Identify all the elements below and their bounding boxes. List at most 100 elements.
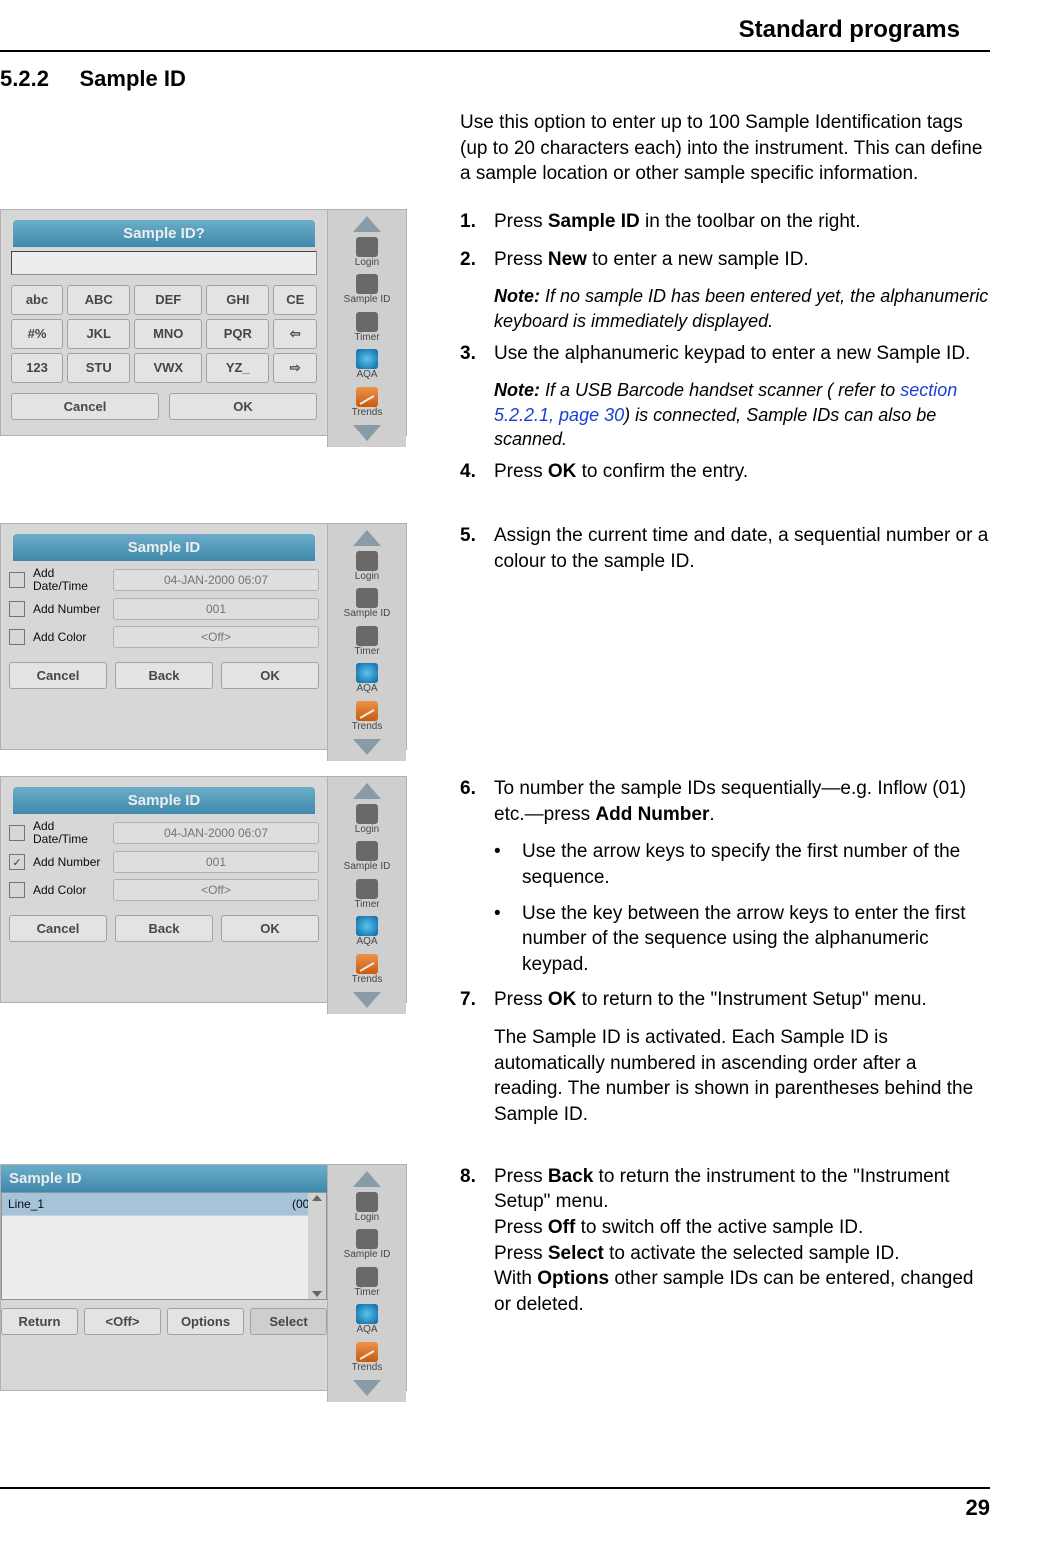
off-button[interactable]: <Off> bbox=[84, 1308, 161, 1335]
toolbar-login[interactable]: Login bbox=[355, 1192, 379, 1224]
checkbox-color[interactable] bbox=[9, 882, 25, 898]
ok-button[interactable]: OK bbox=[169, 393, 317, 420]
cancel-button[interactable]: Cancel bbox=[9, 915, 107, 942]
toolbar-timer[interactable]: Timer bbox=[354, 1267, 379, 1299]
scroll-up-icon[interactable] bbox=[353, 1171, 381, 1187]
scroll-down-icon[interactable] bbox=[353, 992, 381, 1008]
scroll-down-icon[interactable] bbox=[353, 1380, 381, 1396]
login-icon bbox=[356, 551, 378, 571]
toolbar-aqa[interactable]: AQA bbox=[356, 349, 378, 381]
sample-id-icon bbox=[356, 1229, 378, 1249]
step-text: Press OK to confirm the entry. bbox=[494, 459, 990, 485]
toolbar-timer[interactable]: Timer bbox=[354, 312, 379, 344]
toolbar-login[interactable]: Login bbox=[355, 237, 379, 269]
sample-id-input[interactable] bbox=[11, 251, 317, 275]
toolbar-timer[interactable]: Timer bbox=[354, 879, 379, 911]
trends-icon bbox=[356, 954, 378, 974]
toolbar-login[interactable]: Login bbox=[355, 551, 379, 583]
key-VWX[interactable]: VWX bbox=[134, 353, 202, 383]
step-number: 1. bbox=[460, 209, 494, 235]
toolbar-sample-id[interactable]: Sample ID bbox=[344, 588, 391, 620]
scroll-up-icon[interactable] bbox=[353, 783, 381, 799]
value-number[interactable]: 001 bbox=[113, 598, 319, 620]
back-button[interactable]: Back bbox=[115, 915, 213, 942]
scrollbar[interactable] bbox=[308, 1193, 326, 1299]
toolbar-aqa[interactable]: AQA bbox=[356, 1304, 378, 1336]
dialog-title: Sample ID bbox=[1, 1165, 327, 1192]
scroll-down-icon[interactable] bbox=[353, 425, 381, 441]
toolbar-trends[interactable]: Trends bbox=[352, 1342, 383, 1374]
step-text: Press Sample ID in the toolbar on the ri… bbox=[494, 209, 990, 235]
step-number: 7. bbox=[460, 987, 494, 1013]
value-number[interactable]: 001 bbox=[113, 851, 319, 873]
key-PQR[interactable]: PQR bbox=[206, 319, 269, 349]
key-JKL[interactable]: JKL bbox=[67, 319, 130, 349]
timer-icon bbox=[356, 1267, 378, 1287]
checkbox-color[interactable] bbox=[9, 629, 25, 645]
options-button[interactable]: Options bbox=[167, 1308, 244, 1335]
toolbar-sample-id[interactable]: Sample ID bbox=[344, 274, 391, 306]
key-DEF[interactable]: DEF bbox=[134, 285, 202, 315]
value-datetime[interactable]: 04-JAN-2000 06:07 bbox=[113, 569, 319, 591]
right-toolbar: Login Sample ID Timer AQA Trends bbox=[327, 1165, 406, 1403]
dialog-title: Sample ID bbox=[13, 787, 315, 814]
key-sym[interactable]: #% bbox=[11, 319, 63, 349]
step-number: 2. bbox=[460, 247, 494, 273]
key-fwd-arrow[interactable] bbox=[273, 353, 317, 383]
scroll-down-icon[interactable] bbox=[312, 1291, 322, 1297]
cancel-button[interactable]: Cancel bbox=[11, 393, 159, 420]
back-button[interactable]: Back bbox=[115, 662, 213, 689]
keypad: abc ABC DEF GHI CE #% JKL MNO PQR bbox=[7, 281, 321, 387]
step-text: Press OK to return to the "Instrument Se… bbox=[494, 987, 990, 1013]
scroll-down-icon[interactable] bbox=[353, 739, 381, 755]
dialog-title: Sample ID? bbox=[13, 220, 315, 247]
aqa-icon bbox=[356, 349, 378, 369]
page-number: 29 bbox=[0, 1487, 990, 1521]
list-item[interactable]: Line_1 (001) bbox=[2, 1193, 326, 1216]
key-abc[interactable]: abc bbox=[11, 285, 63, 315]
right-toolbar: Login Sample ID Timer AQA Trends bbox=[327, 210, 406, 448]
value-color[interactable]: <Off> bbox=[113, 626, 319, 648]
right-toolbar: Login Sample ID Timer AQA Trends bbox=[327, 524, 406, 762]
sample-id-icon bbox=[356, 588, 378, 608]
scroll-up-icon[interactable] bbox=[353, 216, 381, 232]
key-CE[interactable]: CE bbox=[273, 285, 317, 315]
checkbox-datetime[interactable] bbox=[9, 572, 25, 588]
page-header: Standard programs bbox=[0, 0, 990, 52]
cancel-button[interactable]: Cancel bbox=[9, 662, 107, 689]
toolbar-trends[interactable]: Trends bbox=[352, 954, 383, 986]
checkbox-number[interactable] bbox=[9, 601, 25, 617]
key-back-arrow[interactable] bbox=[273, 319, 317, 349]
toolbar-trends[interactable]: Trends bbox=[352, 387, 383, 419]
value-color[interactable]: <Off> bbox=[113, 879, 319, 901]
dialog-title: Sample ID bbox=[13, 534, 315, 561]
checkbox-datetime[interactable] bbox=[9, 825, 25, 841]
toolbar-sample-id[interactable]: Sample ID bbox=[344, 841, 391, 873]
toolbar-aqa[interactable]: AQA bbox=[356, 916, 378, 948]
key-ABC[interactable]: ABC bbox=[67, 285, 130, 315]
value-datetime[interactable]: 04-JAN-2000 06:07 bbox=[113, 822, 319, 844]
select-button[interactable]: Select bbox=[250, 1308, 327, 1335]
key-STU[interactable]: STU bbox=[67, 353, 130, 383]
toolbar-sample-id[interactable]: Sample ID bbox=[344, 1229, 391, 1261]
step-number: 3. bbox=[460, 341, 494, 367]
login-icon bbox=[356, 237, 378, 257]
ok-button[interactable]: OK bbox=[221, 915, 319, 942]
return-button[interactable]: Return bbox=[1, 1308, 78, 1335]
toolbar-trends[interactable]: Trends bbox=[352, 701, 383, 733]
key-123[interactable]: 123 bbox=[11, 353, 63, 383]
key-GHI[interactable]: GHI bbox=[206, 285, 269, 315]
key-YZ[interactable]: YZ_ bbox=[206, 353, 269, 383]
list-item-label: Line_1 bbox=[8, 1197, 44, 1211]
step-text: Press New to enter a new sample ID. bbox=[494, 247, 990, 273]
checkbox-number[interactable]: ✓ bbox=[9, 854, 25, 870]
step-number: 5. bbox=[460, 523, 494, 574]
toolbar-login[interactable]: Login bbox=[355, 804, 379, 836]
sample-id-icon bbox=[356, 841, 378, 861]
key-MNO[interactable]: MNO bbox=[134, 319, 202, 349]
toolbar-timer[interactable]: Timer bbox=[354, 626, 379, 658]
scroll-up-icon[interactable] bbox=[353, 530, 381, 546]
scroll-up-icon[interactable] bbox=[312, 1195, 322, 1201]
ok-button[interactable]: OK bbox=[221, 662, 319, 689]
toolbar-aqa[interactable]: AQA bbox=[356, 663, 378, 695]
